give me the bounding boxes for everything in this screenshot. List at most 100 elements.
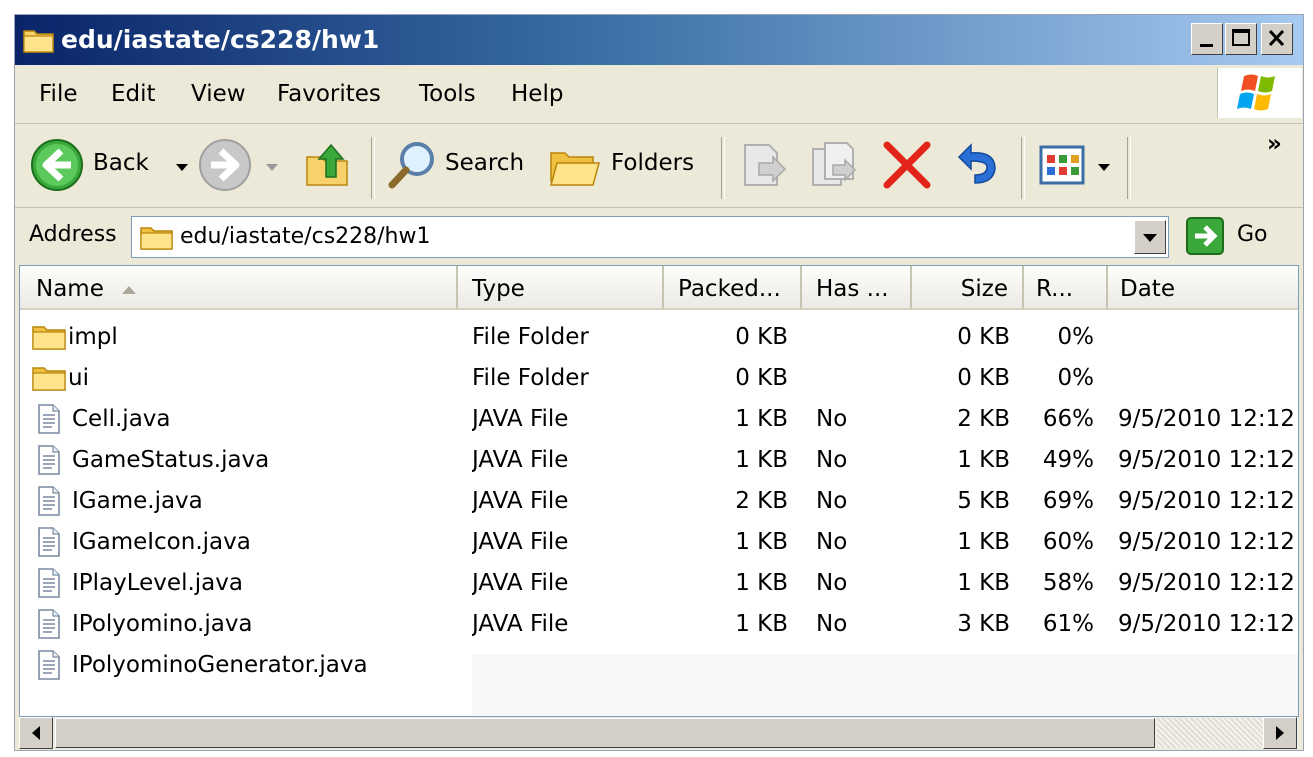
- folders-button[interactable]: Folders: [547, 135, 707, 195]
- file-ratio: 0%: [1057, 324, 1095, 350]
- file-size: 3 KB: [957, 611, 1010, 637]
- file-ratio: 58%: [1042, 570, 1094, 596]
- views-button[interactable]: [1035, 137, 1117, 193]
- file-has-flag: No: [816, 529, 848, 555]
- address-input[interactable]: edu/iastate/cs228/hw1: [131, 216, 1169, 258]
- sort-ascending-icon: [122, 286, 136, 294]
- maximize-button[interactable]: [1225, 23, 1257, 55]
- file-packed-size: 1 KB: [735, 529, 788, 555]
- table-row[interactable]: IPolyomino.java JAVA File 1 KB No 3 KB 61% 9/5…: [20, 603, 1298, 643]
- menu-view[interactable]: View: [191, 81, 246, 107]
- title-bar[interactable]: edu/iastate/cs228/hw1: [15, 15, 1303, 65]
- delete-button[interactable]: [879, 137, 935, 193]
- file-type: File Folder: [472, 365, 589, 391]
- menu-bar: File Edit View Favorites Tools Help: [15, 67, 1303, 124]
- undo-icon: [957, 143, 996, 184]
- menu-favorites[interactable]: Favorites: [277, 81, 381, 107]
- copy-to-button[interactable]: [807, 137, 863, 193]
- horizontal-scrollbar[interactable]: [19, 717, 1299, 749]
- folders-icon: [550, 152, 600, 186]
- file-name: IGameIcon.java: [72, 529, 251, 555]
- close-icon: [1268, 29, 1285, 47]
- column-header-size[interactable]: Size: [912, 266, 1024, 310]
- table-row[interactable]: IGameIcon.java JAVA File 1 KB No 1 KB 60% 9/5/…: [20, 521, 1298, 563]
- close-button[interactable]: [1261, 23, 1293, 55]
- file-name: IPlayLevel.java: [72, 570, 243, 596]
- file-packed-size: 0 KB: [735, 365, 788, 391]
- file-size: 0 KB: [957, 324, 1010, 350]
- file-ratio: 66%: [1042, 406, 1094, 432]
- java-file-icon: [36, 526, 62, 563]
- table-row[interactable]: ui File Folder 0 KB 0 KB 0%: [20, 357, 1298, 397]
- file-packed-size: 1 KB: [735, 447, 788, 473]
- list-empty-area: [472, 654, 1298, 716]
- table-row[interactable]: IPlayLevel.java JAVA File 1 KB No 1 KB 58% 9/5…: [20, 562, 1299, 604]
- move-to-button[interactable]: [735, 137, 791, 193]
- file-name: IPolyomino.java: [72, 611, 253, 637]
- column-header-packed[interactable]: Packed...: [664, 266, 802, 310]
- column-header-type[interactable]: Type: [458, 266, 664, 310]
- table-row[interactable]: Cell.java JAVA File 1 KB No 2 KB 66% 9/5/2010 …: [20, 398, 1299, 440]
- java-file-icon: [36, 649, 62, 686]
- minimize-button[interactable]: [1191, 23, 1223, 55]
- chevron-down-icon: [1098, 164, 1110, 171]
- toolbar-overflow-chevron[interactable]: »: [1267, 131, 1282, 157]
- file-date: 9/5/2010 12:12 F: [1118, 406, 1299, 432]
- arrow-left-icon: [32, 726, 40, 740]
- search-label: Search: [445, 150, 525, 176]
- scroll-left-button[interactable]: [19, 717, 53, 749]
- menu-tools[interactable]: Tools: [419, 81, 476, 107]
- folder-icon: [23, 30, 54, 53]
- file-type: JAVA File: [472, 447, 569, 473]
- scroll-right-button[interactable]: [1263, 717, 1297, 749]
- file-name: GameStatus.java: [72, 447, 270, 473]
- file-date: 9/5/2010 12:12 F: [1118, 570, 1299, 596]
- java-file-icon: [36, 403, 62, 440]
- file-type: JAVA File: [472, 570, 569, 596]
- file-name: impl: [68, 324, 118, 350]
- forward-arrow-icon: [199, 139, 251, 191]
- maximize-icon: [1232, 29, 1250, 46]
- go-label: Go: [1237, 222, 1268, 247]
- chevron-down-icon: [176, 164, 188, 171]
- file-name: IPolyominoGenerator.java: [72, 652, 368, 678]
- column-header-ratio[interactable]: R...: [1024, 266, 1108, 310]
- go-arrow-icon: [1186, 217, 1224, 255]
- column-header-has[interactable]: Has ...: [802, 266, 912, 310]
- address-dropdown-button[interactable]: [1134, 220, 1166, 254]
- table-row[interactable]: GameStatus.java JAVA File 1 KB No 1 KB 49% 9/5…: [20, 439, 1299, 479]
- column-header-date[interactable]: Date: [1108, 266, 1298, 310]
- menu-help[interactable]: Help: [511, 81, 563, 107]
- table-row[interactable]: IGame.java JAVA File 2 KB No 5 KB 69% 9/5/2010…: [20, 480, 1298, 520]
- toolbar-separator: [1021, 137, 1025, 199]
- column-header-name[interactable]: Name: [20, 266, 458, 310]
- scroll-thumb[interactable]: [55, 718, 1155, 748]
- folder-icon: [140, 227, 173, 250]
- up-folder-button[interactable]: [301, 135, 361, 195]
- file-has-flag: No: [816, 570, 848, 596]
- scroll-track[interactable]: [1157, 718, 1263, 748]
- file-packed-size: 1 KB: [735, 611, 788, 637]
- file-type: JAVA File: [472, 611, 569, 637]
- file-list-view[interactable]: Name Type Packed... Has ... Size R... Da…: [19, 265, 1299, 717]
- toolbar-separator: [1127, 137, 1131, 199]
- back-arrow-icon: [31, 139, 83, 191]
- file-type: JAVA File: [472, 488, 569, 514]
- forward-button[interactable]: [197, 135, 287, 195]
- back-button[interactable]: Back: [25, 135, 195, 195]
- search-button[interactable]: Search: [385, 135, 535, 195]
- menu-file[interactable]: File: [39, 81, 78, 107]
- file-has-flag: No: [816, 406, 848, 432]
- address-label: Address: [29, 222, 117, 247]
- menu-edit[interactable]: Edit: [111, 81, 156, 107]
- file-type: JAVA File: [472, 529, 569, 555]
- java-file-icon: [36, 567, 62, 604]
- undo-button[interactable]: [949, 137, 1005, 193]
- windows-logo: [1217, 68, 1302, 118]
- table-row[interactable]: impl File Folder 0 KB 0 KB 0%: [20, 316, 1298, 356]
- copy-to-icon: [812, 142, 857, 186]
- file-date: 9/5/2010 12:12 F: [1118, 447, 1299, 473]
- file-ratio: 0%: [1057, 365, 1095, 391]
- file-packed-size: 2 KB: [735, 488, 788, 514]
- address-value: edu/iastate/cs228/hw1: [180, 224, 431, 249]
